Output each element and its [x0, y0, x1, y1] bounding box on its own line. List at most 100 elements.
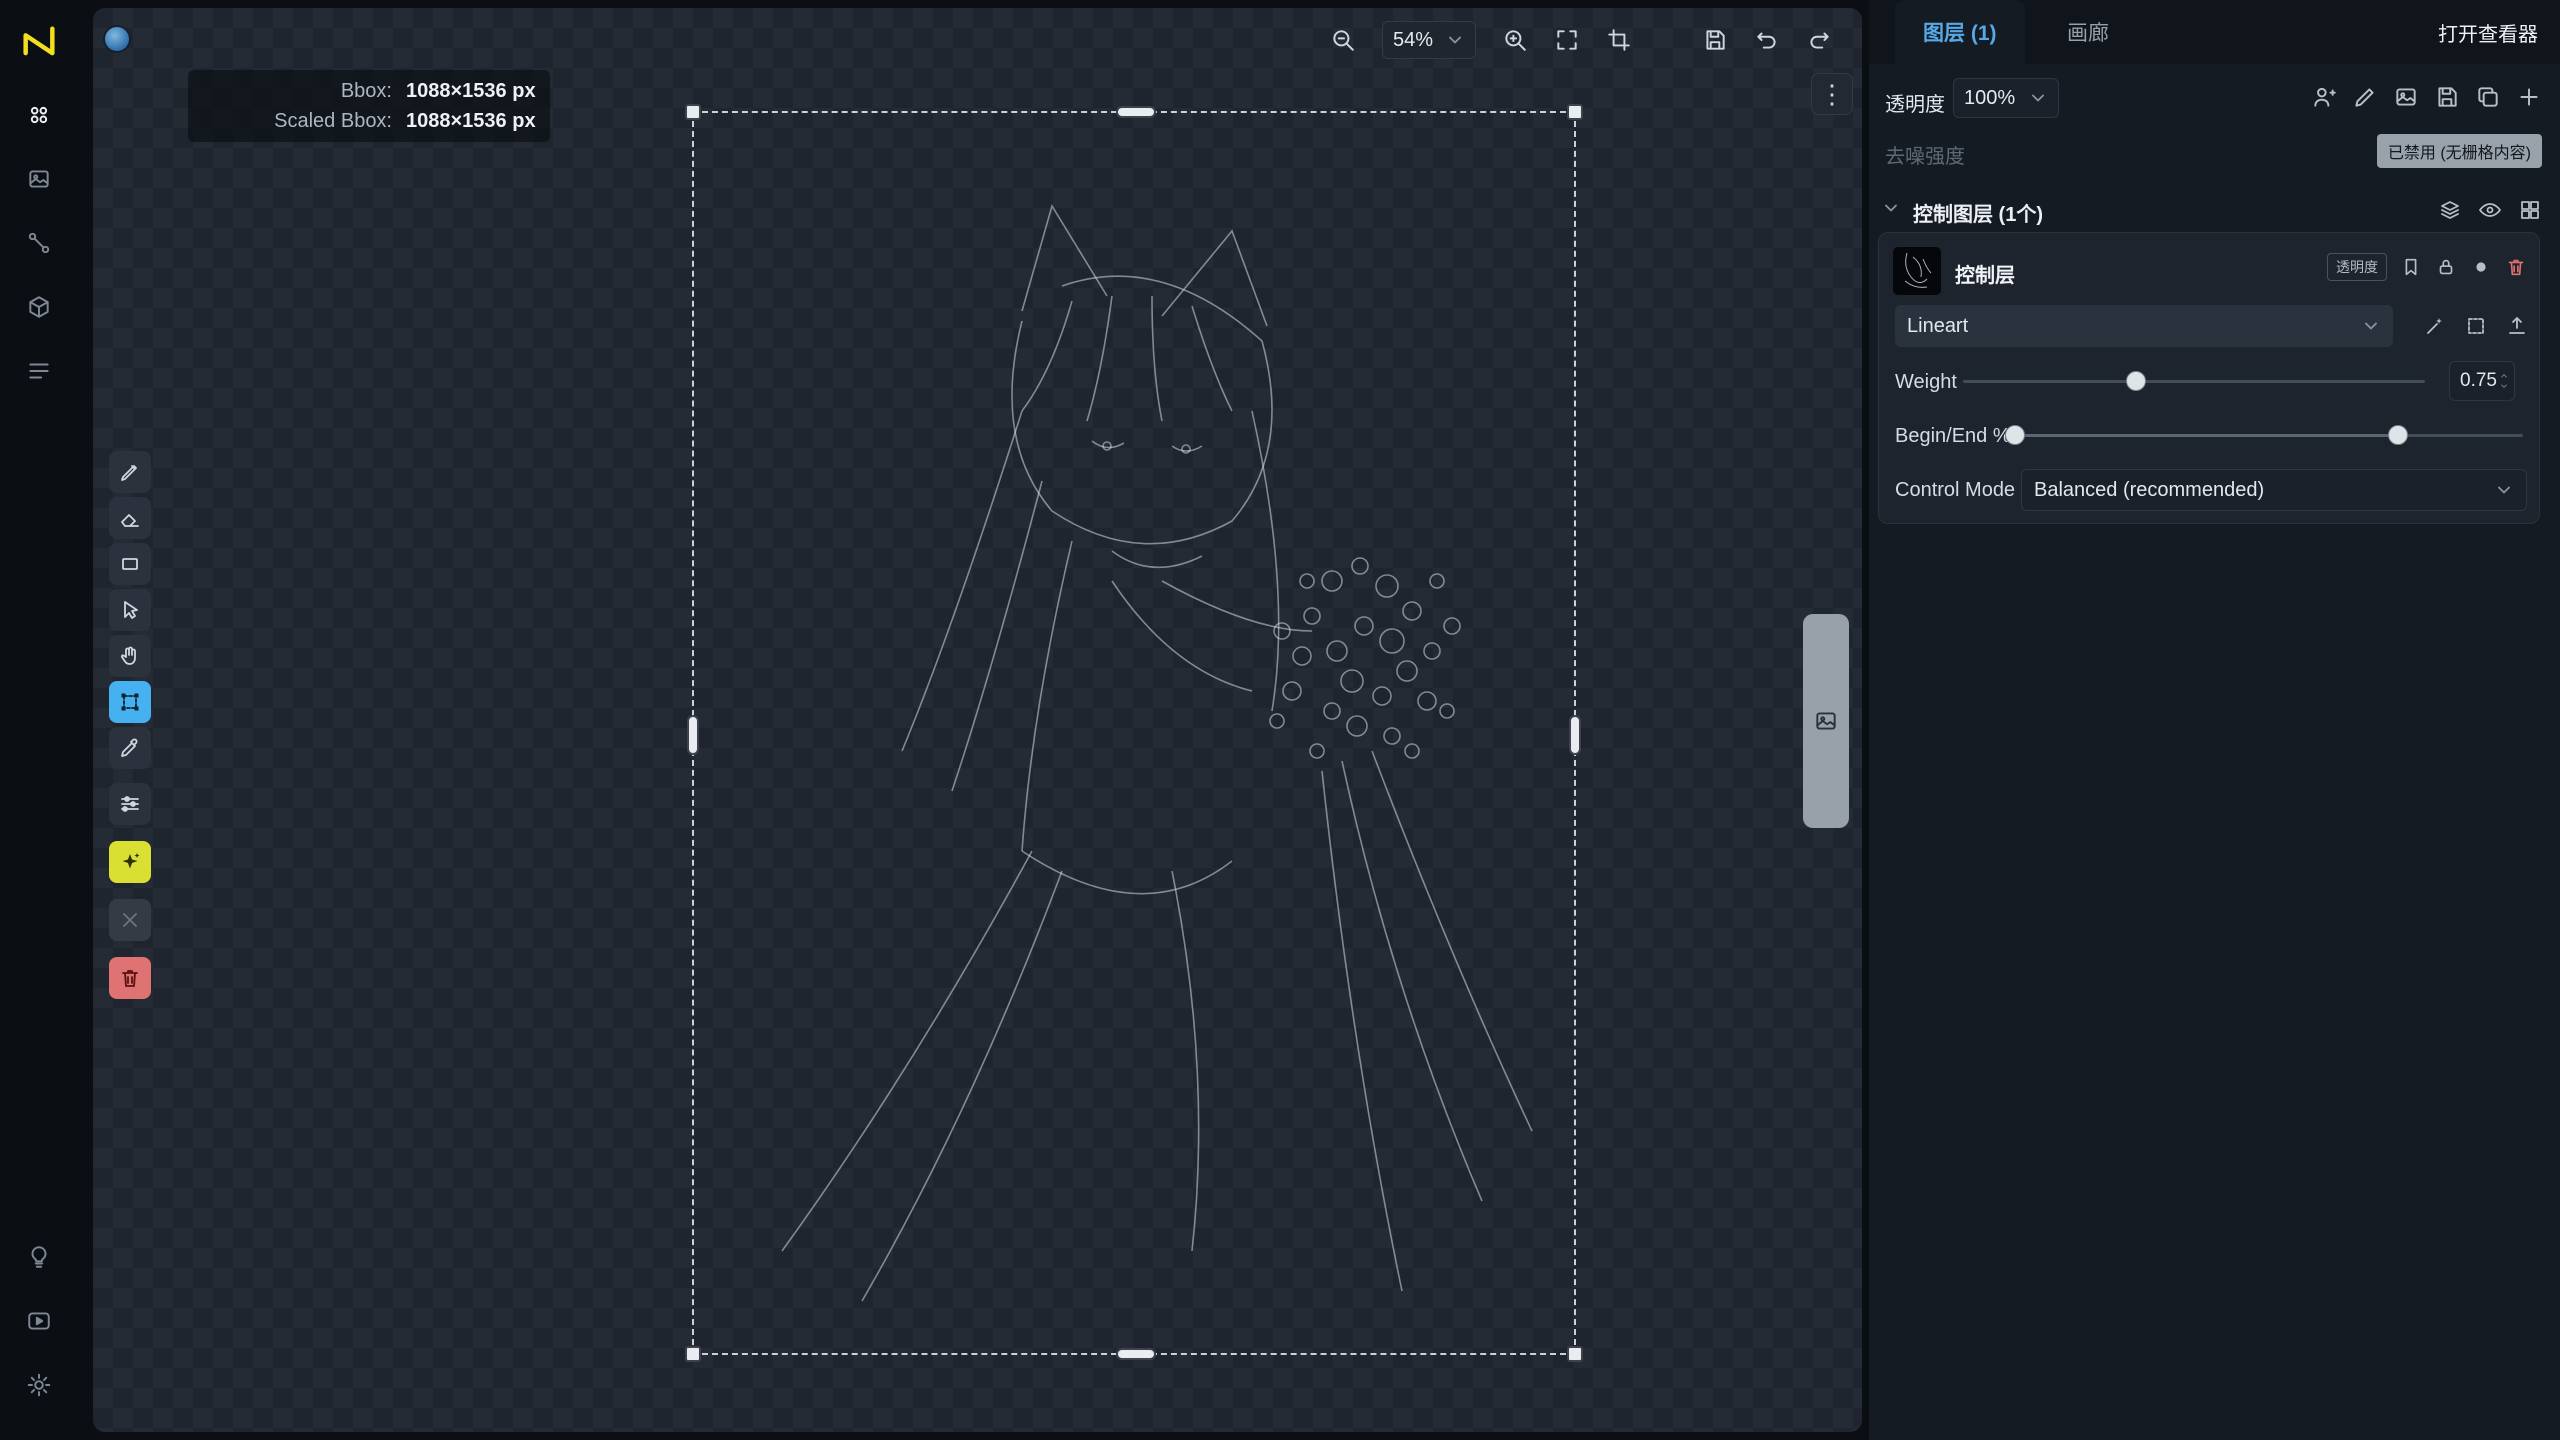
stepper-up-icon[interactable] — [2497, 371, 2511, 381]
bbox-handle-top-mid[interactable] — [1116, 106, 1156, 118]
filters-button[interactable] — [109, 783, 151, 825]
cursor-icon — [118, 598, 142, 622]
nav-generation-icon[interactable] — [16, 92, 62, 138]
section-chevron-down-icon[interactable] — [1881, 198, 1901, 218]
fit-to-view-icon[interactable] — [1554, 27, 1580, 53]
pan-tool-button[interactable] — [109, 635, 151, 677]
stack-icon[interactable] — [2438, 198, 2462, 222]
left-nav-rail — [0, 0, 78, 1440]
zoom-in-icon[interactable] — [1502, 27, 1528, 53]
open-viewer-label: 打开查看器 — [2438, 18, 2538, 47]
image-icon[interactable] — [2393, 84, 2419, 110]
export-icon[interactable] — [2505, 314, 2529, 338]
end-slider-knob[interactable] — [2388, 425, 2408, 445]
wand-icon[interactable] — [2423, 314, 2447, 338]
selection-bbox[interactable] — [692, 111, 1576, 1355]
bbox-handle-top-left[interactable] — [685, 104, 701, 120]
weight-slider-knob[interactable] — [2126, 371, 2146, 391]
tab-gallery-label: 画廊 — [2067, 17, 2109, 47]
model-actions — [2423, 314, 2529, 338]
nav-workflows-icon[interactable] — [16, 220, 62, 266]
control-layers-section-title: 控制图层 (1个) — [1913, 198, 2043, 227]
eraser-tool-button[interactable] — [109, 497, 151, 539]
bookmark-icon[interactable] — [2400, 256, 2422, 278]
bbox-handle-left-mid[interactable] — [687, 715, 699, 755]
layer-thumbnail[interactable] — [1893, 247, 1941, 295]
eyedropper-tool-button[interactable] — [109, 727, 151, 769]
nav-canvas-icon[interactable] — [16, 156, 62, 202]
redo-icon[interactable] — [1806, 27, 1832, 53]
pen-icon[interactable] — [2352, 84, 2378, 110]
plus-icon[interactable] — [2516, 84, 2542, 110]
control-layer-card[interactable]: 控制层 透明度 Lineart Weight — [1878, 232, 2540, 524]
control-mode-value: Balanced (recommended) — [2034, 479, 2264, 502]
person-plus-icon[interactable] — [2311, 84, 2337, 110]
settings-gear-icon[interactable] — [16, 1362, 62, 1408]
bbox-handle-top-right[interactable] — [1567, 104, 1583, 120]
save-icon[interactable] — [1702, 27, 1728, 53]
eye-icon[interactable] — [2478, 198, 2502, 222]
begin-end-label: Begin/End % — [1895, 425, 2011, 448]
fit-bbox-icon[interactable] — [1606, 27, 1632, 53]
control-mode-select[interactable]: Balanced (recommended) — [2021, 469, 2527, 511]
tool-palette — [109, 451, 151, 1003]
video-tutorials-icon[interactable] — [16, 1298, 62, 1344]
panel-tabs: 图层 (1) 画廊 打开查看器 — [1869, 0, 2560, 64]
canvas-side-grip[interactable] — [1803, 614, 1849, 828]
canvas-overflow-menu-button[interactable]: ⋮ — [1811, 73, 1853, 115]
bbox-handle-right-mid[interactable] — [1569, 715, 1581, 755]
close-icon — [118, 908, 142, 932]
opacity-value: 100% — [1964, 87, 2015, 110]
tab-gallery[interactable]: 画廊 — [2039, 0, 2137, 64]
hand-icon — [118, 644, 142, 668]
open-viewer-link[interactable]: 打开查看器 — [2438, 0, 2538, 64]
color-swatch[interactable] — [103, 25, 131, 53]
floppy-icon[interactable] — [2434, 84, 2460, 110]
visibility-dot-icon[interactable] — [2470, 256, 2492, 278]
invoke-generate-button[interactable] — [109, 841, 151, 883]
control-model-select[interactable]: Lineart — [1895, 305, 2393, 347]
layer-header-actions: 透明度 — [2327, 253, 2527, 281]
weight-slider[interactable] — [1963, 371, 2425, 391]
bbox-handle-bottom-mid[interactable] — [1116, 1348, 1156, 1360]
copy-icon[interactable] — [2475, 84, 2501, 110]
zoom-out-icon[interactable] — [1330, 27, 1356, 53]
move-tool-button[interactable] — [109, 589, 151, 631]
undo-icon[interactable] — [1754, 27, 1780, 53]
begin-slider-knob[interactable] — [2005, 425, 2025, 445]
nav-models-icon[interactable] — [16, 284, 62, 330]
canvas-toolbar: 54% — [1330, 14, 1862, 66]
cancel-button[interactable] — [109, 899, 151, 941]
bbox-handle-bottom-right[interactable] — [1567, 1346, 1583, 1362]
weight-value-input[interactable]: 0.75 — [2449, 361, 2515, 401]
frame-icon[interactable] — [2464, 314, 2488, 338]
sparkles-icon — [118, 850, 142, 874]
weight-stepper — [2497, 371, 2516, 391]
lock-icon[interactable] — [2435, 256, 2457, 278]
opacity-select[interactable]: 100% — [1953, 78, 2059, 118]
brush-tool-button[interactable] — [109, 451, 151, 493]
section-actions — [2438, 198, 2542, 222]
bbox-value: 1088×1536 px — [406, 78, 536, 104]
weight-slider-track[interactable] — [1963, 380, 2425, 383]
eraser-icon — [118, 506, 142, 530]
delete-layer-trash-icon[interactable] — [2505, 256, 2527, 278]
stepper-down-icon[interactable] — [2497, 381, 2511, 391]
delete-button[interactable] — [109, 957, 151, 999]
layer-opacity-badge[interactable]: 透明度 — [2327, 253, 2387, 281]
right-panel: 图层 (1) 画廊 打开查看器 透明度 100% 去噪强度 已禁用 (无栅格内容… — [1869, 0, 2560, 1440]
invoke-logo[interactable] — [15, 18, 63, 66]
zoom-level-select[interactable]: 54% — [1382, 21, 1476, 59]
grid-icon[interactable] — [2518, 198, 2542, 222]
begin-end-slider[interactable] — [2005, 425, 2523, 445]
transform-bbox-icon — [118, 690, 142, 714]
canvas-workspace[interactable]: Bbox: 1088×1536 px Scaled Bbox: 1088×153… — [93, 8, 1862, 1432]
nav-queue-icon[interactable] — [16, 348, 62, 394]
hints-bulb-icon[interactable] — [16, 1234, 62, 1280]
download-icon[interactable] — [1858, 27, 1862, 53]
tab-layers[interactable]: 图层 (1) — [1895, 0, 2025, 64]
bbox-tool-button[interactable] — [109, 681, 151, 723]
rect-tool-button[interactable] — [109, 543, 151, 585]
scaled-bbox-label: Scaled Bbox: — [202, 108, 392, 134]
bbox-handle-bottom-left[interactable] — [685, 1346, 701, 1362]
